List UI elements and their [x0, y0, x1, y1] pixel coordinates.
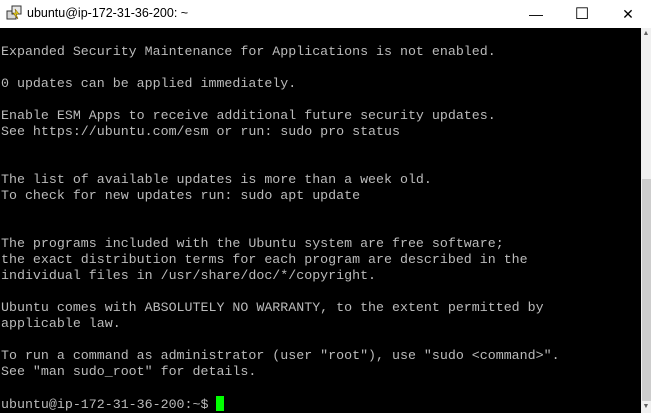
- terminal-line: the exact distribution terms for each pr…: [1, 252, 528, 267]
- close-button[interactable]: ✕: [605, 0, 651, 28]
- terminal-line: applicable law.: [1, 316, 121, 331]
- terminal-line: Ubuntu comes with ABSOLUTELY NO WARRANTY…: [1, 300, 544, 315]
- terminal-line: To check for new updates run: sudo apt u…: [1, 188, 361, 203]
- scroll-down-arrow-icon[interactable]: ▼: [641, 401, 651, 413]
- cursor: [216, 396, 225, 411]
- terminal-line: See "man sudo_root" for details.: [1, 364, 257, 379]
- terminal-line: Enable ESM Apps to receive additional fu…: [1, 108, 496, 123]
- shell-prompt: ubuntu@ip-172-31-36-200:~$: [1, 397, 217, 412]
- terminal-line: The list of available updates is more th…: [1, 172, 432, 187]
- terminal-line: individual files in /usr/share/doc/*/cop…: [1, 268, 377, 283]
- scroll-up-arrow-icon[interactable]: ▲: [641, 28, 651, 40]
- terminal-output[interactable]: Expanded Security Maintenance for Applic…: [0, 28, 641, 413]
- minimize-button[interactable]: —: [513, 0, 559, 28]
- terminal-line: To run a command as administrator (user …: [1, 348, 560, 363]
- terminal-line: See https://ubuntu.com/esm or run: sudo …: [1, 124, 400, 139]
- terminal-line: 0 updates can be applied immediately.: [1, 76, 297, 91]
- vertical-scrollbar[interactable]: ▲ ▼: [641, 28, 651, 413]
- terminal-line: Expanded Security Maintenance for Applic…: [1, 44, 496, 59]
- terminal-line: The programs included with the Ubuntu sy…: [1, 236, 504, 251]
- maximize-button[interactable]: ☐: [559, 0, 605, 28]
- window-title: ubuntu@ip-172-31-36-200: ~: [27, 6, 189, 20]
- title-bar: ubuntu@ip-172-31-36-200: ~ — ☐ ✕: [0, 0, 651, 28]
- putty-icon: [6, 5, 22, 20]
- scrollbar-thumb[interactable]: [642, 179, 651, 401]
- prompt-line[interactable]: ubuntu@ip-172-31-36-200:~$: [1, 396, 560, 412]
